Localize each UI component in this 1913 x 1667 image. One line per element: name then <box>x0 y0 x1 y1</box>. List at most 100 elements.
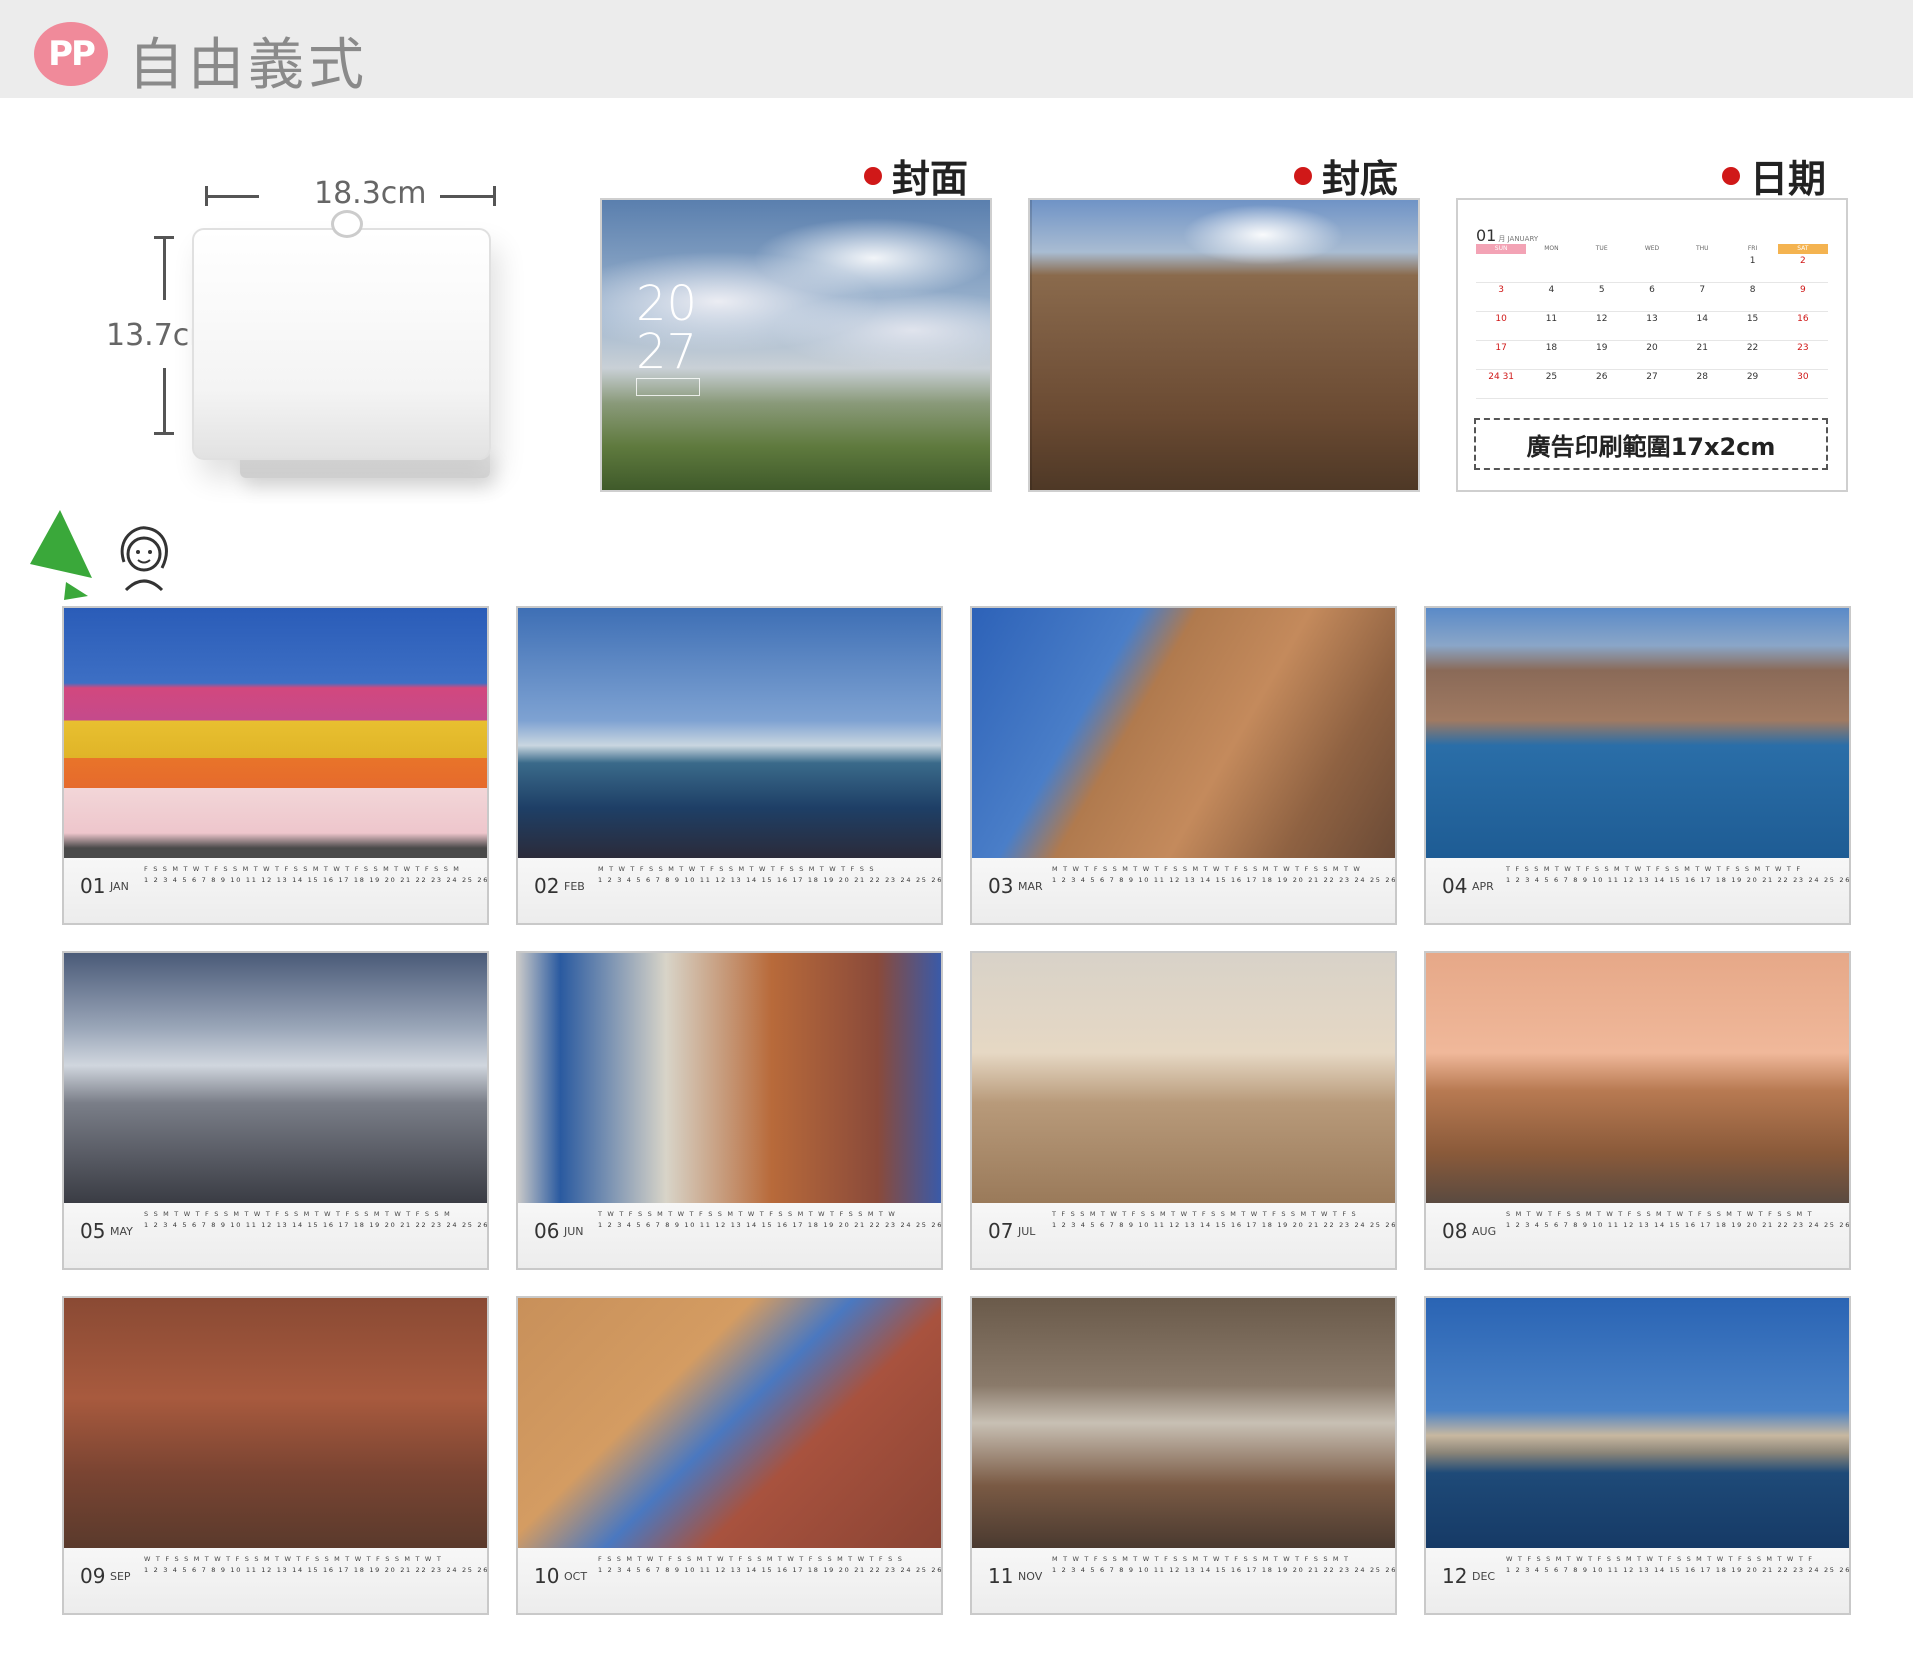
day-numbers: 1 2 3 4 5 6 7 8 9 10 11 12 13 14 15 16 1… <box>598 1221 941 1229</box>
month-number: 02 <box>534 874 560 898</box>
calendar-day-cell <box>1626 254 1678 283</box>
month-photo <box>64 953 487 1203</box>
day-numbers: 1 2 3 4 5 6 7 8 9 10 11 12 13 14 15 16 1… <box>144 876 487 884</box>
calendar-day-cell <box>1476 254 1527 283</box>
day-numbers: 1 2 3 4 5 6 7 8 9 10 11 12 13 14 15 16 1… <box>1052 1221 1395 1229</box>
month-day-row: M T W T F S S M T W T F S S M T W T F S … <box>598 864 943 886</box>
stand-hook <box>331 210 363 238</box>
month-day-row: W T F S S M T W T F S S M T W T F S S M … <box>144 1554 487 1576</box>
month-page-sep: 09 SEP W T F S S M T W T F S S M T W T F S… <box>62 1296 489 1615</box>
month-page-jan: 01 JAN F S S M T W T F S S M T W T F S S M… <box>62 606 489 925</box>
weekday-letters: F S S M T W T F S S M T W T F S S M T W … <box>144 865 461 873</box>
width-tick-right <box>493 186 496 206</box>
green-triangle-icon <box>30 510 92 600</box>
month-day-row: W T F S S M T W T F S S M T W T F S S M … <box>1506 1554 1849 1576</box>
weekday-letters: F S S M T W T F S S M T W T F S S M T W … <box>598 1555 904 1563</box>
month-number: 12 <box>1442 1564 1468 1588</box>
month-abbr: AUG <box>1472 1225 1497 1238</box>
month-page-may: 05 MAY S S M T W T F S S M T W T F S S M T… <box>62 951 489 1270</box>
month-page-nov: 11 NOV M T W T F S S M T W T F S S M T W T… <box>970 1296 1397 1615</box>
calendar-day-cell: 3 <box>1476 283 1527 312</box>
month-page-feb: 02 FEB M T W T F S S M T W T F S S M T W T… <box>516 606 943 925</box>
calendar-day-cell: 14 <box>1677 312 1728 341</box>
day-numbers: 1 2 3 4 5 6 7 8 9 10 11 12 13 14 15 16 1… <box>144 1221 487 1229</box>
cover-caption-box <box>636 378 700 396</box>
month-day-row: T W T F S S M T W T F S S M T W T F S S … <box>598 1209 941 1231</box>
sample-calendar-grid: SUN MON TUE WED THU FRI SAT 1 2 3 4 5 6 7 8 9 10 11 12 13 14… <box>1476 244 1828 399</box>
weekday-header: TUE <box>1595 245 1608 252</box>
day-numbers: 1 2 3 4 5 6 7 8 9 10 11 12 13 14 15 16 1… <box>598 876 943 884</box>
month-day-row: S M T W T F S S M T W T F S S M T W T F … <box>1506 1209 1849 1231</box>
month-page-apr: 04 APR T F S S M T W T F S S M T W T F S S… <box>1424 606 1851 925</box>
month-photo <box>1426 1298 1849 1548</box>
month-photo <box>64 1298 487 1548</box>
page-header: PP 自由義式 <box>0 0 1913 98</box>
height-line-bottom <box>163 368 166 434</box>
width-line-right <box>440 195 496 198</box>
bullet-dot-icon <box>1722 166 1740 185</box>
month-number: 05 <box>80 1219 106 1243</box>
calendar-day-cell: 28 <box>1677 370 1728 399</box>
calendar-day-cell: 19 <box>1576 341 1627 370</box>
calendar-day-cell: 18 <box>1526 341 1577 370</box>
pp-logo: PP <box>34 22 108 86</box>
month-photo <box>518 1298 941 1548</box>
month-photo <box>972 608 1395 858</box>
month-number: 10 <box>534 1564 560 1588</box>
month-abbr: JUN <box>564 1225 584 1238</box>
weekday-letters: M T W T F S S M T W T F S S M T W T F S … <box>1052 1555 1350 1563</box>
month-day-row: F S S M T W T F S S M T W T F S S M T W … <box>144 864 487 886</box>
date-label: 日期 <box>1722 148 1826 203</box>
month-number: 11 <box>988 1564 1014 1588</box>
month-page-jun: 06 JUN T W T F S S M T W T F S S M T W T F… <box>516 951 943 1270</box>
weekday-letters: M T W T F S S M T W T F S S M T W T F S … <box>1052 865 1362 873</box>
cover-year: 20 27 <box>636 280 697 376</box>
sample-month-heading: 01 月 JANUARY <box>1476 226 1538 245</box>
month-abbr: JAN <box>110 880 129 893</box>
calendar-day-cell: 22 <box>1727 341 1778 370</box>
page-title: 自由義式 <box>128 33 368 98</box>
calendar-day-cell: 7 <box>1677 283 1728 312</box>
girl-doodle-icon <box>120 526 168 592</box>
bullet-dot-icon <box>1294 166 1312 185</box>
weekday-letters: T F S S M T W T F S S M T W T F S S M T … <box>1506 865 1802 873</box>
calendar-day-cell: 26 <box>1576 370 1627 399</box>
day-numbers: 1 2 3 4 5 6 7 8 9 10 11 12 13 14 15 16 1… <box>598 1566 941 1574</box>
month-abbr: DEC <box>1472 1570 1496 1583</box>
weekday-letters: W T F S S M T W T F S S M T W T F S S M … <box>144 1555 443 1563</box>
month-photo <box>64 608 487 858</box>
month-abbr: SEP <box>110 1570 131 1583</box>
date-label-text: 日期 <box>1750 157 1827 201</box>
month-day-row: M T W T F S S M T W T F S S M T W T F S … <box>1052 1554 1395 1576</box>
calendar-day-cell: 13 <box>1626 312 1678 341</box>
month-abbr: JUL <box>1018 1225 1036 1238</box>
month-abbr: MAR <box>1018 880 1043 893</box>
weekday-header: SAT <box>1777 244 1828 254</box>
calendar-day-cell: 27 <box>1626 370 1678 399</box>
ad-print-area: 廣告印刷範圍17x2cm <box>1474 418 1828 470</box>
sample-month-number: 01 <box>1476 226 1497 245</box>
weekday-letters: T W T F S S M T W T F S S M T W T F S S … <box>598 1210 897 1218</box>
calendar-day-cell: 24 31 <box>1476 370 1527 399</box>
calendar-day-cell: 20 <box>1626 341 1678 370</box>
day-numbers: 1 2 3 4 5 6 7 8 9 10 11 12 13 14 15 16 1… <box>1052 1566 1395 1574</box>
month-photo <box>1426 953 1849 1203</box>
weekday-header: THU <box>1695 245 1709 252</box>
calendar-day-cell: 15 <box>1727 312 1778 341</box>
day-numbers: 1 2 3 4 5 6 7 8 9 10 11 12 13 14 15 16 1… <box>1506 1221 1849 1229</box>
month-photo <box>518 953 941 1203</box>
width-tick-left <box>205 186 208 206</box>
weekday-letters: W T F S S M T W T F S S M T W T F S S M … <box>1506 1555 1814 1563</box>
calendar-day-cell <box>1576 254 1627 283</box>
calendar-day-cell: 1 <box>1727 254 1778 283</box>
calendar-day-cell: 16 <box>1777 312 1828 341</box>
day-numbers: 1 2 3 4 5 6 7 8 9 10 11 12 13 14 15 16 1… <box>1052 876 1395 884</box>
month-day-row: T F S S M T W T F S S M T W T F S S M T … <box>1052 1209 1395 1231</box>
month-page-mar: 03 MAR M T W T F S S M T W T F S S M T W T… <box>970 606 1397 925</box>
month-day-row: F S S M T W T F S S M T W T F S S M T W … <box>598 1554 941 1576</box>
month-photo <box>972 953 1395 1203</box>
height-line-top <box>163 236 166 300</box>
bullet-dot-icon <box>864 166 882 185</box>
width-label: 18.3cm <box>314 176 427 211</box>
month-day-row: M T W T F S S M T W T F S S M T W T F S … <box>1052 864 1395 886</box>
